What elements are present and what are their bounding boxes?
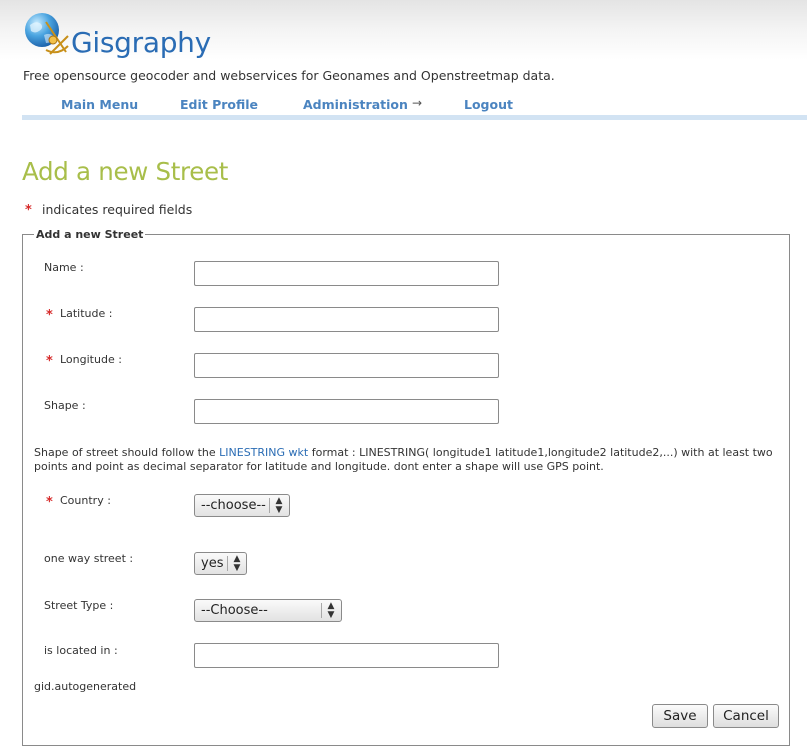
one-way-label: one way street : bbox=[44, 552, 134, 565]
page-title: Add a new Street bbox=[22, 157, 229, 186]
form-legend: Add a new Street bbox=[34, 228, 146, 241]
nav-main-menu[interactable]: Main Menu bbox=[61, 97, 138, 112]
located-in-input[interactable] bbox=[194, 643, 499, 668]
country-select[interactable]: --choose-- ▲ ▼ bbox=[194, 494, 290, 517]
required-star-icon: * bbox=[46, 495, 53, 510]
required-star-icon: * bbox=[25, 203, 32, 218]
linestring-wkt-link[interactable]: LINESTRING wkt bbox=[219, 446, 308, 459]
cancel-button[interactable]: Cancel bbox=[713, 704, 779, 728]
arrow-right-icon: → bbox=[412, 96, 423, 110]
one-way-select[interactable]: yes ▲ ▼ bbox=[194, 552, 247, 575]
select-arrows-icon: ▲ ▼ bbox=[233, 554, 241, 573]
nav-administration[interactable]: Administration bbox=[303, 97, 408, 112]
required-star-icon: * bbox=[46, 354, 53, 369]
one-way-select-value: yes bbox=[201, 556, 224, 571]
country-select-value: --choose-- bbox=[201, 498, 266, 513]
site-tagline: Free opensource geocoder and webservices… bbox=[23, 68, 555, 83]
shape-help-text: Shape of street should follow the LINEST… bbox=[34, 446, 784, 473]
required-star-icon: * bbox=[46, 308, 53, 323]
name-label: Name : bbox=[44, 261, 84, 274]
shape-label: Shape : bbox=[44, 399, 86, 412]
country-label: Country : bbox=[60, 494, 111, 507]
help-text-before: Shape of street should follow the bbox=[34, 446, 220, 459]
gisgraphy-logo-icon bbox=[25, 13, 69, 55]
longitude-label: Longitude : bbox=[60, 353, 122, 366]
save-button[interactable]: Save bbox=[652, 704, 708, 728]
nav-logout[interactable]: Logout bbox=[464, 97, 513, 112]
longitude-input[interactable] bbox=[194, 353, 499, 378]
located-in-label: is located in : bbox=[44, 644, 118, 657]
name-input[interactable] bbox=[194, 261, 499, 286]
latitude-label: Latitude : bbox=[60, 307, 113, 320]
latitude-input[interactable] bbox=[194, 307, 499, 332]
street-type-select[interactable]: --Choose-- ▲ ▼ bbox=[194, 599, 342, 622]
nav-divider bbox=[22, 115, 807, 120]
site-title[interactable]: Gisgraphy bbox=[71, 26, 211, 59]
select-arrows-icon: ▲ ▼ bbox=[275, 496, 283, 515]
street-type-label: Street Type : bbox=[44, 599, 114, 612]
required-fields-note: indicates required fields bbox=[42, 202, 193, 217]
nav-edit-profile[interactable]: Edit Profile bbox=[180, 97, 258, 112]
gid-autogenerated-text: gid.autogenerated bbox=[34, 680, 137, 693]
select-arrows-icon: ▲ ▼ bbox=[327, 601, 335, 620]
shape-input[interactable] bbox=[194, 399, 499, 424]
street-type-select-value: --Choose-- bbox=[201, 603, 268, 618]
